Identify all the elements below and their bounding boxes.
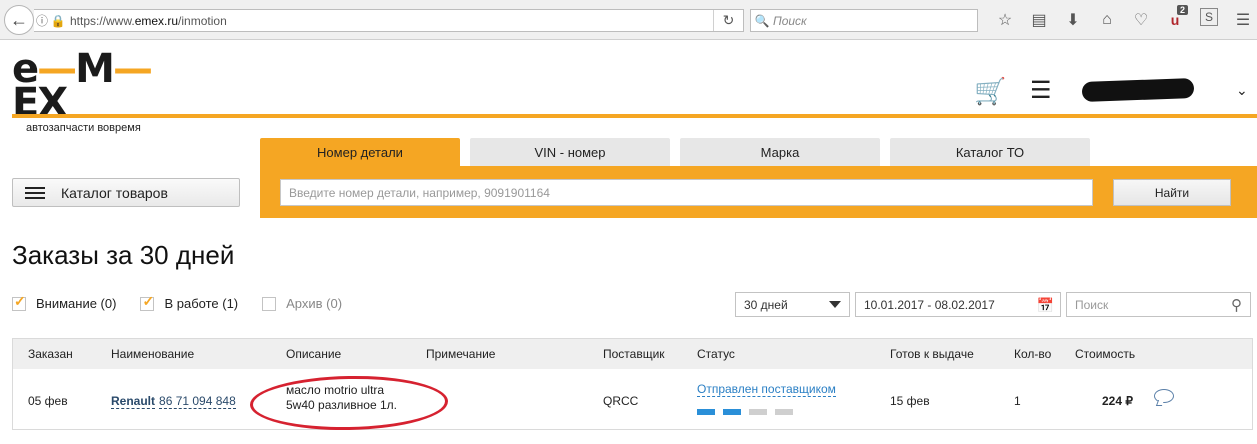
chevron-down-icon[interactable]: ⌄ (1236, 82, 1248, 99)
tab-vin[interactable]: VIN - номер (470, 138, 670, 167)
status-progress (697, 409, 793, 415)
brand-link[interactable]: Renault (111, 394, 156, 409)
reading-list-icon[interactable]: ▤ (1022, 8, 1056, 32)
col-name[interactable]: Наименование (111, 347, 194, 361)
url-scheme: https://www. (70, 13, 135, 28)
bookmark-star-icon[interactable]: ☆ (988, 8, 1022, 32)
catalog-button[interactable]: Каталог товаров (12, 178, 240, 207)
status-step (775, 409, 793, 415)
attention-checkbox[interactable] (12, 293, 26, 311)
date-range-value: 10.01.2017 - 08.02.2017 (864, 297, 995, 312)
col-supplier[interactable]: Поставщик (603, 347, 665, 361)
attention-label[interactable]: Внимание (0) (36, 296, 116, 311)
status-step (749, 409, 767, 415)
period-value: 30 дней (744, 297, 788, 312)
emex-logo[interactable]: e—M—EX автозапчасти вовремя (12, 49, 172, 134)
orders-search-placeholder: Поиск (1075, 297, 1109, 312)
menu-icon[interactable]: ☰ (1226, 8, 1257, 32)
table-row: 05 фев Renault 86 71 094 848 масло motrio… (13, 369, 1252, 431)
logo-tagline: автозапчасти вовремя (26, 122, 141, 134)
col-qty[interactable]: Кол-во (1014, 347, 1051, 361)
reload-icon[interactable]: ↻ (713, 10, 743, 31)
addon-badge: 2 (1176, 5, 1188, 15)
logo-letters-ex: EX (12, 80, 68, 126)
cart-icon[interactable]: 🛒 (974, 76, 1006, 107)
col-status[interactable]: Статус (697, 347, 735, 361)
in-work-label[interactable]: В работе (1) (164, 296, 238, 311)
header-divider (12, 114, 1257, 118)
status-link[interactable]: Отправлен поставщиком (697, 382, 836, 397)
back-arrow-icon[interactable]: ← (4, 5, 34, 35)
search-icon[interactable]: ⚲ (1231, 296, 1242, 314)
pocket-icon[interactable]: ♡ (1124, 8, 1158, 32)
redacted-username[interactable] (1081, 78, 1195, 102)
archive-label[interactable]: Архив (0) (286, 296, 342, 311)
in-work-checkbox[interactable] (140, 293, 155, 311)
logo-letter-m: M (75, 46, 115, 92)
col-ready[interactable]: Готов к выдаче (890, 347, 974, 361)
quantity: 1 (1014, 394, 1021, 408)
download-icon[interactable]: ⬇ (1056, 8, 1090, 32)
url-domain: emex.ru (134, 13, 179, 28)
tab-part-number[interactable]: Номер детали (260, 138, 460, 167)
home-icon[interactable]: ⌂ (1090, 8, 1124, 32)
address-bar[interactable]: ⓘ 🔒 https://www. emex.ru/inmotion ↻ (34, 9, 744, 32)
info-icon[interactable]: ⓘ (34, 12, 50, 29)
url-path: /inmotion (178, 13, 227, 28)
col-note[interactable]: Примечание (426, 347, 495, 361)
checklist-icon[interactable]: ☰ (1030, 76, 1052, 105)
orders-table: Заказан Наименование Описание Примечание… (12, 338, 1253, 430)
table-header: Заказан Наименование Описание Примечание… (13, 339, 1252, 369)
price: 224 ₽ (1102, 394, 1133, 408)
tab-brand[interactable]: Марка (680, 138, 880, 167)
search-panel: Найти (260, 166, 1257, 218)
ublock-icon[interactable]: u2 (1158, 5, 1192, 32)
description: масло motrio ultra 5w40 разливное 1л. (286, 383, 397, 413)
addon-s-icon[interactable]: S (1200, 8, 1218, 26)
find-button[interactable]: Найти (1113, 179, 1231, 206)
order-date: 05 фев (28, 394, 68, 408)
supplier: QRCC (603, 394, 639, 408)
col-cost[interactable]: Стоимость (1075, 347, 1135, 361)
calendar-icon[interactable]: 📅 (1037, 297, 1054, 314)
part-number-input[interactable] (280, 179, 1093, 206)
ready-date: 15 фев (890, 394, 930, 408)
description-line-2: 5w40 разливное 1л. (286, 398, 397, 412)
lock-icon: 🔒 (50, 13, 66, 28)
status-step (723, 409, 741, 415)
page-title: Заказы за 30 дней (12, 240, 235, 270)
browser-search-placeholder: Поиск (773, 13, 807, 28)
comment-icon[interactable] (1154, 389, 1174, 403)
search-icon: 🔍 (754, 13, 770, 28)
hamburger-icon (25, 184, 45, 202)
period-select[interactable]: 30 дней (735, 292, 850, 317)
browser-search-input[interactable]: 🔍 Поиск (750, 9, 978, 32)
col-description[interactable]: Описание (286, 347, 341, 361)
orders-search-input[interactable]: Поиск ⚲ (1066, 292, 1251, 317)
tab-maintenance-catalog[interactable]: Каталог ТО (890, 138, 1090, 167)
part-number-link[interactable]: 86 71 094 848 (159, 394, 236, 409)
archive-checkbox[interactable] (262, 296, 277, 311)
catalog-button-label: Каталог товаров (61, 184, 168, 201)
description-line-1: масло motrio ultra (286, 383, 385, 397)
date-range-input[interactable]: 10.01.2017 - 08.02.2017 📅 (855, 292, 1061, 317)
col-ordered[interactable]: Заказан (28, 347, 73, 361)
dropdown-arrow-icon (829, 301, 841, 308)
status-step (697, 409, 715, 415)
browser-toolbar: ← ⓘ 🔒 https://www. emex.ru/inmotion ↻ 🔍 П… (0, 0, 1257, 40)
